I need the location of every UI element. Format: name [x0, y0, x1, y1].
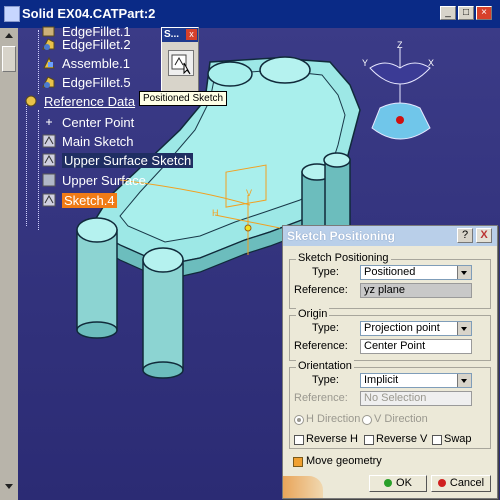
part-document-icon [4, 6, 20, 22]
axis-h-label: H [212, 208, 219, 218]
maximize-button[interactable]: □ [458, 6, 474, 20]
surface-icon [42, 173, 56, 187]
origin-group: Origin Type: Projection point Reference:… [289, 308, 491, 361]
window-title: Solid EX04.CATPart:2 [22, 6, 156, 21]
edge-fillet-icon [42, 24, 56, 38]
origin-type-select[interactable]: Projection point [360, 321, 472, 336]
reverse-h-checkbox[interactable] [294, 435, 304, 445]
compass-widget[interactable] [369, 48, 431, 140]
tooltip: Positioned Sketch [139, 91, 228, 106]
chevron-down-icon[interactable] [457, 266, 471, 279]
dialog-title: Sketch Positioning [287, 229, 396, 243]
assemble-icon [42, 56, 56, 70]
minimize-button[interactable]: _ [440, 6, 456, 20]
orientation-reference-field[interactable]: No Selection [360, 391, 472, 406]
move-geometry-checkbox[interactable] [293, 457, 303, 467]
origin-reference-field[interactable]: Center Point [360, 339, 472, 354]
scroll-up-icon[interactable] [3, 30, 15, 42]
ok-button[interactable]: OK [369, 475, 427, 492]
positioning-reference-field[interactable]: yz plane [360, 283, 472, 298]
scroll-down-icon[interactable] [3, 480, 15, 492]
decorative-corner [283, 476, 323, 498]
positioning-type-select[interactable]: Positioned [360, 265, 472, 280]
cancel-icon [437, 479, 446, 487]
tree-scrollbar[interactable] [0, 28, 18, 500]
sketch-icon [42, 153, 56, 167]
sketch-icon [42, 193, 56, 207]
scroll-thumb[interactable] [2, 46, 16, 72]
sketch-positioning-dialog: Sketch Positioning ? X Sketch Positionin… [282, 225, 498, 499]
chevron-down-icon[interactable] [457, 374, 471, 387]
ok-icon [384, 479, 393, 487]
orientation-group: Orientation Type: Implicit Reference: No… [289, 360, 491, 449]
axis-v-label: V [246, 188, 253, 198]
help-button[interactable]: ? [457, 228, 473, 243]
edge-fillet-icon [42, 75, 56, 89]
dialog-close-button[interactable]: X [476, 228, 492, 243]
dialog-title-bar[interactable]: Sketch Positioning ? X [283, 226, 497, 246]
sketch-icon [42, 134, 56, 148]
h-direction-radio[interactable] [294, 415, 304, 425]
edge-fillet-icon [42, 37, 56, 51]
cancel-button[interactable]: Cancel [431, 475, 491, 492]
app-window: Solid EX04.CATPart:2 _ □ × Z Y X H V Edg… [0, 0, 500, 500]
reverse-v-checkbox[interactable] [364, 435, 374, 445]
orientation-type-select[interactable]: Implicit [360, 373, 472, 388]
reference-icon [24, 94, 38, 108]
v-direction-radio[interactable] [362, 415, 372, 425]
swap-checkbox[interactable] [432, 435, 442, 445]
sketch-positioning-group: Sketch Positioning Type: Positioned Refe… [289, 252, 491, 309]
sketcher-toolbar: S... x [161, 27, 199, 93]
positioned-sketch-button[interactable] [168, 50, 194, 76]
positioned-sketch-icon [171, 54, 191, 75]
compass-y-label: Y [362, 58, 369, 68]
compass-z-label: Z [397, 40, 403, 50]
chevron-down-icon[interactable] [457, 322, 471, 335]
compass-x-label: X [428, 58, 435, 68]
point-icon [42, 115, 56, 129]
close-button[interactable]: × [476, 6, 492, 20]
toolbar-close-button[interactable]: x [186, 29, 197, 40]
